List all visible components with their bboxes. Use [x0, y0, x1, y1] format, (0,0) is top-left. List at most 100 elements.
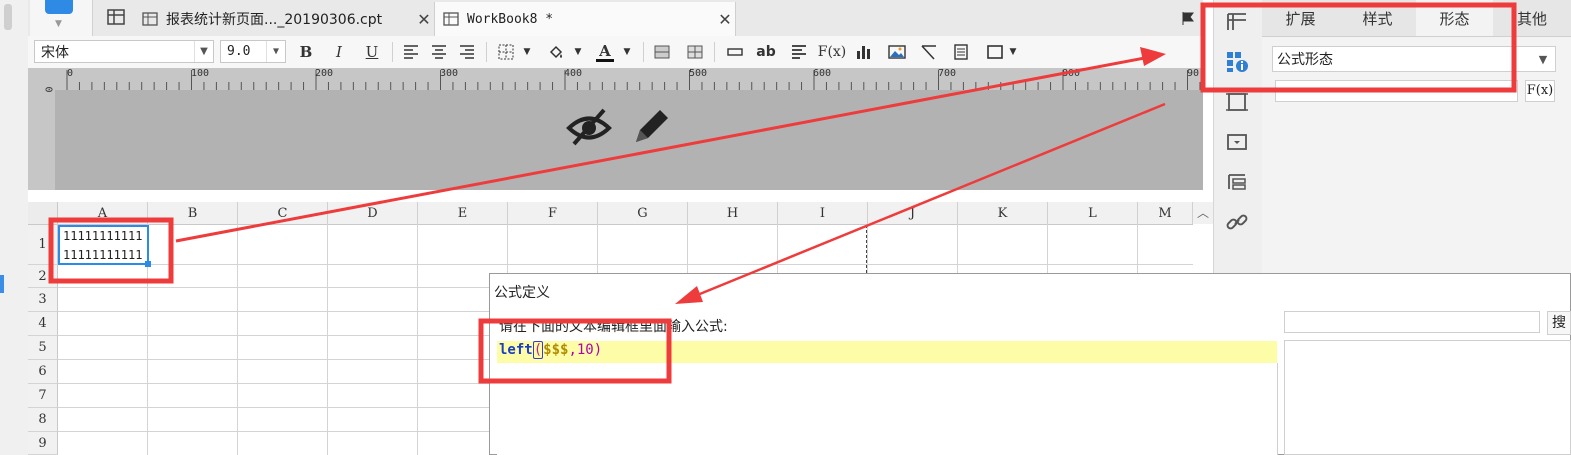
- chevron-down-icon[interactable]: ▼: [516, 41, 538, 63]
- close-icon[interactable]: ✕: [715, 10, 735, 29]
- fill-color-button[interactable]: [545, 41, 567, 63]
- pencil-icon[interactable]: [630, 104, 672, 148]
- column-header-j[interactable]: J: [868, 202, 958, 224]
- tab-workbook8[interactable]: WorkBook8 * ✕: [435, 2, 736, 36]
- split-cells-icon: [687, 45, 703, 59]
- chevron-down-icon[interactable]: ▼: [194, 41, 213, 62]
- insert-slash-button[interactable]: [918, 41, 940, 63]
- row-header-8[interactable]: 8: [28, 408, 58, 432]
- chevron-down-icon[interactable]: ▼: [55, 19, 62, 29]
- insert-chart-button[interactable]: [853, 41, 875, 63]
- eye-slash-icon[interactable]: [566, 106, 612, 148]
- table-grid-icon[interactable]: [106, 7, 126, 27]
- flag-icon[interactable]: [1180, 10, 1196, 26]
- chevron-down-icon[interactable]: ▼: [567, 41, 589, 63]
- font-family-select[interactable]: 宋体 ▼: [34, 40, 214, 63]
- column-header-i[interactable]: I: [778, 202, 868, 224]
- fill-handle[interactable]: [145, 261, 151, 267]
- chevron-down-icon[interactable]: ▼: [1531, 53, 1555, 66]
- search-button[interactable]: 搜: [1547, 311, 1571, 335]
- cell-a1-line1: 11111111111: [63, 229, 143, 243]
- italic-button[interactable]: I: [328, 41, 350, 63]
- widget-frame-icon[interactable]: [1225, 90, 1249, 114]
- chevron-down-icon[interactable]: ▼: [616, 41, 638, 63]
- app-logo-icon[interactable]: [45, 0, 73, 14]
- bold-button[interactable]: B: [295, 41, 317, 63]
- column-header-b[interactable]: B: [148, 202, 238, 224]
- column-header-h[interactable]: H: [688, 202, 778, 224]
- tab-other[interactable]: 其他: [1493, 0, 1571, 36]
- vertical-ruler: 0: [28, 68, 56, 190]
- align-right-button[interactable]: [456, 41, 478, 63]
- row-header-7[interactable]: 7: [28, 384, 58, 408]
- cell-attributes-icon[interactable]: [1225, 10, 1249, 34]
- row-header-6[interactable]: 6: [28, 360, 58, 384]
- insert-text-button[interactable]: ab: [755, 41, 777, 63]
- shape-type-select[interactable]: 公式形态 ▼: [1272, 46, 1556, 72]
- tab-shape[interactable]: 形态: [1416, 0, 1493, 36]
- dialog-prompt: 请在下面的文本编辑框里面输入公式:: [499, 319, 728, 335]
- row-header-5[interactable]: 5: [28, 336, 58, 360]
- merge-cells-button[interactable]: [651, 41, 673, 63]
- column-header-l[interactable]: L: [1048, 202, 1138, 224]
- function-search-input[interactable]: [1284, 311, 1540, 333]
- column-header-e[interactable]: E: [418, 202, 508, 224]
- dropdown-widget-icon[interactable]: [1225, 130, 1249, 154]
- split-cells-button[interactable]: [684, 41, 706, 63]
- row-header-1[interactable]: 1: [28, 225, 58, 265]
- insert-subreport-button[interactable]: [950, 41, 972, 63]
- column-header-a[interactable]: A: [58, 202, 148, 224]
- column-header-f[interactable]: F: [508, 202, 598, 224]
- border-button[interactable]: [495, 41, 517, 63]
- formula-editor-button[interactable]: F(x): [1525, 80, 1555, 102]
- subreport-icon: [954, 44, 968, 60]
- font-size-value: 9.0: [227, 44, 251, 59]
- insert-richtext-button[interactable]: [788, 41, 810, 63]
- align-left-button[interactable]: [400, 41, 422, 63]
- grid-col-line: [327, 224, 328, 455]
- shape-formula-input[interactable]: [1275, 80, 1518, 102]
- row-header-9[interactable]: 9: [28, 432, 58, 455]
- align-center-button[interactable]: [428, 41, 450, 63]
- condition-attributes-icon[interactable]: [1225, 170, 1249, 194]
- formula-editor-line[interactable]: [497, 341, 1277, 363]
- font-color-button[interactable]: A: [594, 41, 616, 63]
- formula-text[interactable]: left($$$,10): [499, 341, 603, 359]
- chevron-down-icon[interactable]: ▼: [266, 41, 285, 62]
- column-header-d[interactable]: D: [328, 202, 418, 224]
- scroll-up-button[interactable]: ︿: [1193, 202, 1213, 224]
- cell-a1[interactable]: 11111111111 11111111111: [58, 225, 149, 265]
- cell-element-icon[interactable]: [1225, 50, 1249, 74]
- ruler-tick: 90: [1187, 68, 1200, 79]
- chevron-down-icon[interactable]: ▼: [1002, 41, 1024, 63]
- function-list[interactable]: [1284, 340, 1571, 455]
- report-canvas[interactable]: [55, 90, 1203, 190]
- hyperlink-icon[interactable]: [1225, 210, 1249, 234]
- insert-image-button[interactable]: [886, 41, 908, 63]
- row-header-3[interactable]: 3: [28, 288, 58, 312]
- align-right-icon: [460, 45, 474, 59]
- insert-field-button[interactable]: [724, 41, 746, 63]
- select-all-corner[interactable]: [28, 202, 58, 224]
- font-size-select[interactable]: 9.0 ▼: [220, 40, 286, 63]
- insert-formula-button[interactable]: F(x): [818, 41, 847, 63]
- row-header-4[interactable]: 4: [28, 312, 58, 336]
- active-marker: [0, 275, 4, 293]
- grid-row-line: [58, 264, 1193, 265]
- column-header-m[interactable]: M: [1138, 202, 1193, 224]
- tab-label: 报表统计新页面..._20190306.cpt: [166, 12, 383, 28]
- scroll-thumb[interactable]: [4, 4, 12, 30]
- underline-button[interactable]: U: [361, 41, 383, 63]
- formula-rest: ,10): [568, 342, 603, 358]
- font-family-value: 宋体: [41, 44, 69, 61]
- close-icon[interactable]: ✕: [414, 10, 434, 29]
- formula-editor-body[interactable]: [497, 363, 1278, 455]
- column-header-c[interactable]: C: [238, 202, 328, 224]
- tab-expand[interactable]: 扩展: [1262, 0, 1339, 36]
- toolbar-divider: [486, 42, 487, 62]
- column-header-k[interactable]: K: [958, 202, 1048, 224]
- tab-style[interactable]: 样式: [1339, 0, 1416, 36]
- column-header-g[interactable]: G: [598, 202, 688, 224]
- tab-report-file[interactable]: 报表统计新页面..._20190306.cpt ✕: [134, 2, 435, 36]
- row-header-2[interactable]: 2: [28, 265, 58, 288]
